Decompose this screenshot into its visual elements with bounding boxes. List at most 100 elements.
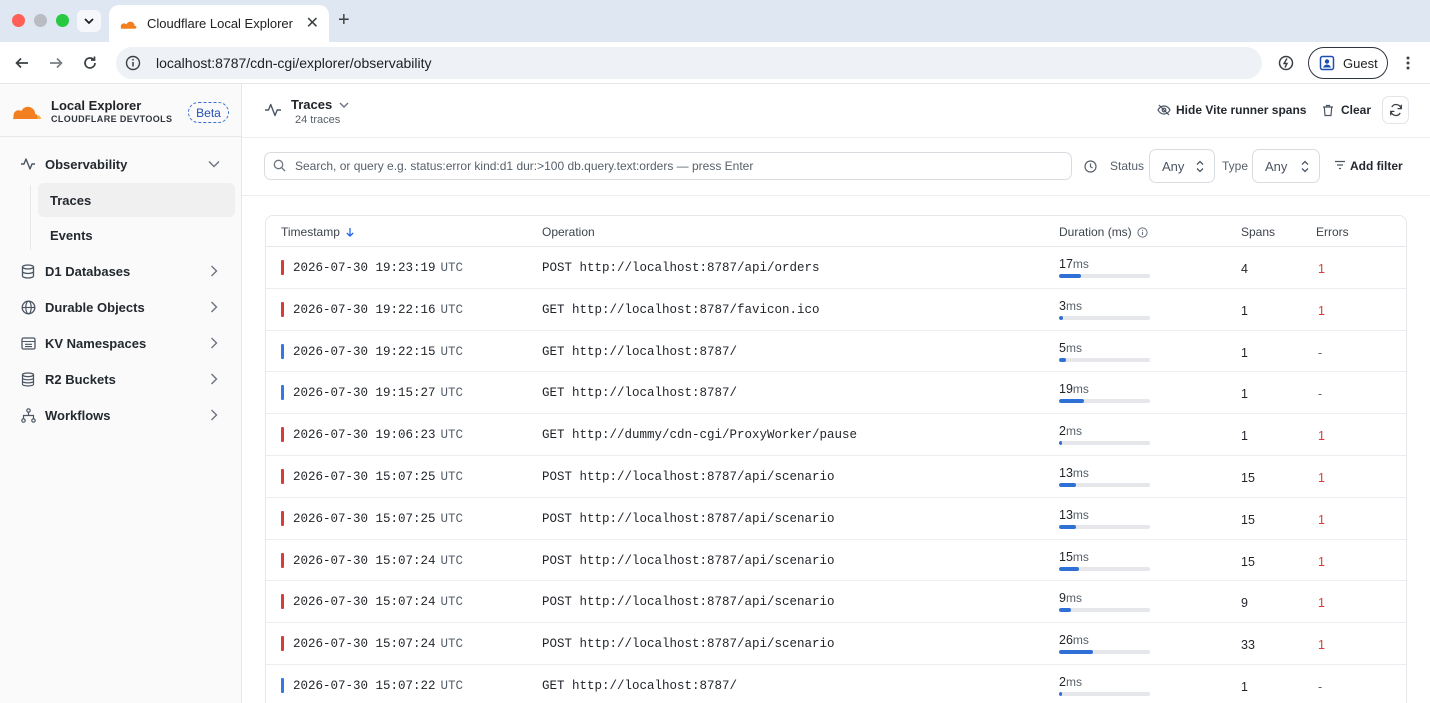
main-pane: Traces 24 traces Hide Vite runner spans … (242, 84, 1430, 703)
sort-descending-icon (345, 227, 355, 237)
sidebar-item-workflows[interactable]: Workflows (0, 397, 241, 433)
profile-button[interactable]: Guest (1308, 47, 1388, 79)
browser-tab[interactable]: Cloudflare Local Explorer ✕ (109, 5, 329, 42)
duration-cell: 17ms (1059, 257, 1150, 278)
traces-view-selector[interactable]: Traces (291, 97, 350, 112)
workflow-icon (20, 407, 36, 423)
type-filter-label: Type (1222, 159, 1249, 173)
sidebar-item-label: KV Namespaces (45, 335, 147, 351)
timestamp-cell: 2026-07-30 15:07:24 UTC (293, 554, 463, 568)
browser-menu-button[interactable] (1400, 53, 1416, 73)
site-info-icon[interactable] (124, 54, 142, 72)
errors-cell: 1 (1318, 638, 1325, 653)
table-row[interactable]: 2026-07-30 15:07:25 UTC POST http://localh… (266, 498, 1406, 540)
chevron-right-icon (207, 264, 221, 278)
timestamp-cell: 2026-07-30 19:15:27 UTC (293, 386, 463, 400)
duration-bar-fill (1059, 315, 1063, 320)
spans-cell: 1 (1241, 345, 1248, 360)
address-bar[interactable]: localhost:8787/cdn-cgi/explorer/observab… (116, 47, 1262, 79)
timestamp-cell: 2026-07-30 15:07:25 UTC (293, 470, 463, 484)
chevron-right-icon (207, 336, 221, 350)
search-input[interactable] (295, 159, 1065, 173)
duration-bar-track (1059, 482, 1150, 487)
sidebar-subitem-traces[interactable]: Traces (38, 183, 235, 217)
errors-cell: 1 (1318, 429, 1325, 444)
trash-icon (1322, 103, 1336, 117)
search-box[interactable] (264, 152, 1072, 180)
column-header-errors[interactable]: Errors (1316, 225, 1349, 239)
status-indicator (281, 636, 284, 652)
time-range-icon[interactable] (1084, 160, 1097, 173)
sidebar-nav: Observability Traces Events D1 Databases… (0, 146, 241, 433)
duration-value: 26 (1059, 633, 1073, 648)
hide-vite-spans-button[interactable]: Hide Vite runner spans (1157, 103, 1306, 117)
database-icon (20, 263, 36, 279)
duration-bar-fill (1059, 691, 1062, 696)
tab-search-button[interactable] (77, 10, 101, 32)
operation-cell: GET http://localhost:8787/favicon.ico (542, 302, 820, 317)
table-row[interactable]: 2026-07-30 19:22:16 UTC GET http://localho… (266, 289, 1406, 331)
table-row[interactable]: 2026-07-30 15:07:24 UTC POST http://localh… (266, 623, 1406, 665)
table-row[interactable]: 2026-07-30 15:07:25 UTC POST http://localh… (266, 456, 1406, 498)
column-header-label: Errors (1316, 225, 1349, 239)
table-row[interactable]: 2026-07-30 15:07:24 UTC POST http://localh… (266, 581, 1406, 624)
timestamp-value: 2026-07-30 19:23:19 (293, 261, 436, 275)
column-header-duration[interactable]: Duration (ms) (1059, 225, 1148, 239)
extension-button[interactable] (1276, 53, 1296, 73)
hide-vite-spans-label: Hide Vite runner spans (1176, 103, 1307, 117)
table-row[interactable]: 2026-07-30 19:22:15 UTC GET http://localho… (266, 331, 1406, 373)
errors-cell: 1 (1318, 470, 1325, 485)
minimize-window-button[interactable] (34, 14, 47, 27)
timezone-label: UTC (440, 469, 464, 484)
clear-button[interactable]: Clear (1322, 103, 1371, 117)
refresh-button[interactable] (1382, 96, 1409, 124)
table-row[interactable]: 2026-07-30 19:23:19 UTC POST http://localh… (266, 247, 1406, 289)
column-header-label: Spans (1241, 225, 1276, 239)
type-select[interactable]: Any (1252, 149, 1320, 183)
cloudflare-logo-icon (13, 106, 41, 119)
status-indicator (281, 427, 284, 443)
cylinder-icon (20, 371, 36, 387)
duration-unit: ms (1065, 340, 1082, 355)
new-tab-button[interactable]: + (338, 10, 350, 30)
sidebar-item-durable-objects[interactable]: Durable Objects (0, 289, 241, 325)
zoom-window-button[interactable] (56, 14, 69, 27)
column-header-operation[interactable]: Operation (542, 225, 595, 239)
status-indicator (281, 594, 284, 610)
page-title: Traces (291, 97, 333, 112)
sidebar-subitem-events[interactable]: Events (38, 218, 235, 252)
column-header-spans[interactable]: Spans (1241, 225, 1275, 239)
reload-button[interactable] (80, 53, 100, 73)
brand-subtitle: CLOUDFLARE DEVTOOLS (51, 114, 173, 124)
sidebar-item-observability[interactable]: Observability (0, 146, 241, 182)
chevron-down-icon (207, 157, 221, 171)
timestamp-value: 2026-07-30 15:07:25 (293, 511, 436, 526)
activity-icon (20, 156, 36, 172)
duration-cell: 2ms (1059, 424, 1150, 446)
spans-cell: 1 (1241, 429, 1248, 444)
operation-cell: GET http://localhost:8787/ (542, 678, 738, 693)
chevron-down-icon (338, 99, 350, 111)
status-select[interactable]: Any (1149, 149, 1215, 183)
spans-cell: 15 (1241, 512, 1255, 527)
table-row[interactable]: 2026-07-30 19:15:27 UTC GET http://localho… (266, 372, 1406, 415)
duration-unit: ms (1072, 257, 1089, 271)
sidebar-item-r2-buckets[interactable]: R2 Buckets (0, 361, 241, 397)
timezone-label: UTC (440, 344, 464, 359)
forward-button[interactable] (46, 53, 66, 73)
table-row[interactable]: 2026-07-30 15:07:24 UTC POST http://localh… (266, 540, 1406, 582)
operation-cell: POST http://localhost:8787/api/scenario (542, 595, 835, 610)
close-tab-icon[interactable]: ✕ (306, 15, 319, 32)
info-icon[interactable] (1137, 226, 1148, 238)
table-row[interactable]: 2026-07-30 19:06:23 UTC GET http://dummy/c… (266, 414, 1406, 456)
table-row[interactable]: 2026-07-30 15:07:22 UTC GET http://localho… (266, 665, 1406, 703)
add-filter-button[interactable]: Add filter (1334, 159, 1403, 173)
timestamp-value: 2026-07-30 19:22:15 (293, 344, 436, 359)
back-button[interactable] (12, 53, 32, 73)
errors-cell: 1 (1318, 512, 1325, 527)
close-window-button[interactable] (12, 14, 25, 27)
column-header-timestamp[interactable]: Timestamp (281, 225, 355, 239)
sidebar-item-kv-namespaces[interactable]: KV Namespaces (0, 325, 241, 361)
sidebar-item-d1-databases[interactable]: D1 Databases (0, 253, 241, 289)
more-vertical-icon (1406, 56, 1410, 70)
